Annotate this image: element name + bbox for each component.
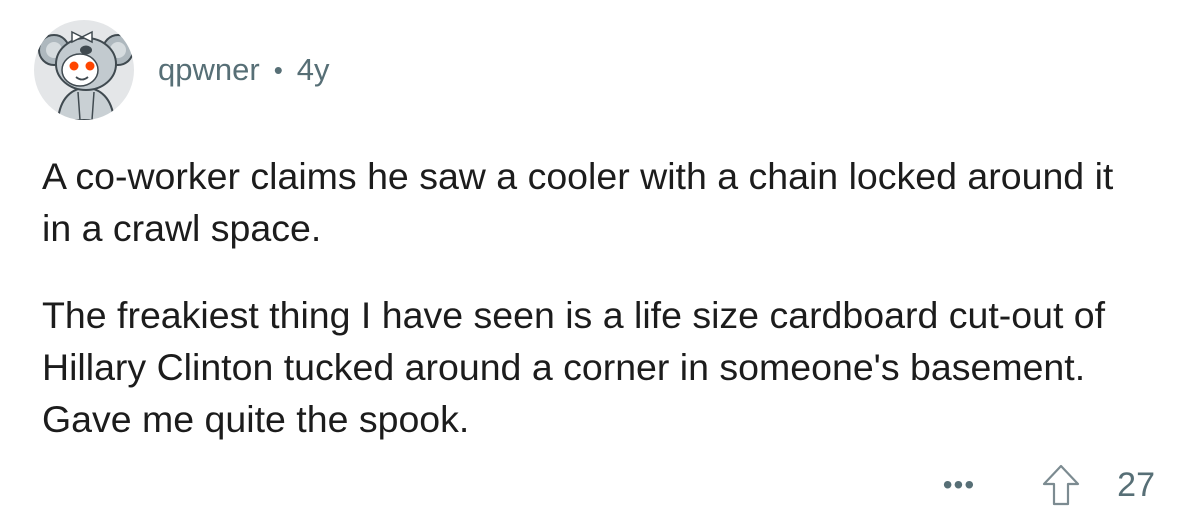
more-options-icon[interactable]: ••• xyxy=(943,471,975,499)
user-avatar[interactable] xyxy=(34,20,134,120)
username-link[interactable]: qpwner xyxy=(158,52,260,88)
comment-actions: ••• 27 xyxy=(943,455,1155,515)
meta-separator: • xyxy=(273,54,283,85)
comment-body: A co-worker claims he saw a cooler with … xyxy=(42,150,1152,445)
comment-paragraph-1: A co-worker claims he saw a cooler with … xyxy=(42,155,1114,249)
comment-card: qpwner • 4y A co-worker claims he saw a … xyxy=(0,0,1179,517)
comment-paragraph-2: The freakiest thing I have seen is a lif… xyxy=(42,294,1106,440)
vote-count: 27 xyxy=(1117,465,1155,504)
koala-snoo-avatar-icon xyxy=(38,30,134,120)
comment-header: qpwner • 4y xyxy=(34,14,330,126)
comment-age: 4y xyxy=(296,52,330,87)
upvote-arrow-icon[interactable] xyxy=(1041,463,1081,507)
comment-meta: qpwner • 4y xyxy=(158,52,330,88)
